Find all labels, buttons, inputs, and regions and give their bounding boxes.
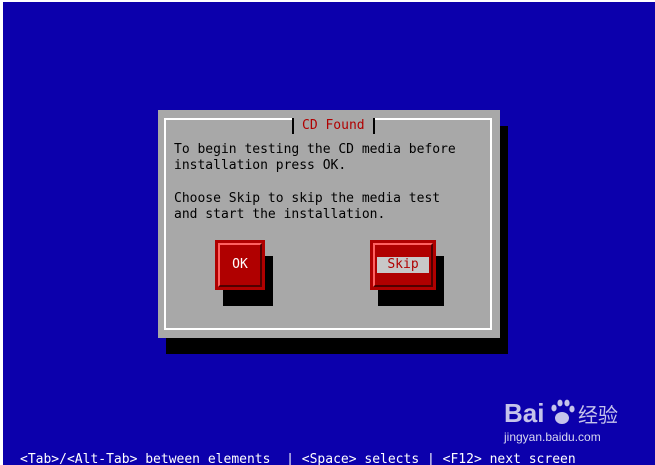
dialog-message-line-2: installation press OK. [174, 158, 347, 173]
status-bar-hint: <Tab>/<Alt-Tab> between elements | <Spac… [20, 452, 576, 465]
dialog-message-line-1: To begin testing the CD media before [174, 142, 456, 157]
dialog-title: CD Found [292, 118, 375, 134]
baidu-watermark: Bai 经验 jingyan.baidu.com [498, 394, 648, 450]
skip-button[interactable]: Skip [370, 240, 436, 290]
dialog-message-line-5: and start the installation. [174, 207, 386, 222]
ok-button-label: OK [232, 257, 248, 272]
dialog-message-line-4: Choose Skip to skip the media test [174, 191, 441, 206]
ok-button[interactable]: OK [215, 240, 265, 290]
skip-button-label: Skip [377, 257, 429, 273]
watermark-url: jingyan.baidu.com [504, 430, 601, 444]
svg-text:经验: 经验 [578, 403, 618, 427]
cd-found-dialog: CD Found To begin testing the CD media b… [158, 110, 500, 338]
installer-screen: CD Found To begin testing the CD media b… [0, 0, 655, 465]
svg-text:Bai: Bai [504, 398, 544, 428]
baidu-paw-logo-icon: Bai 经验 [504, 398, 618, 428]
